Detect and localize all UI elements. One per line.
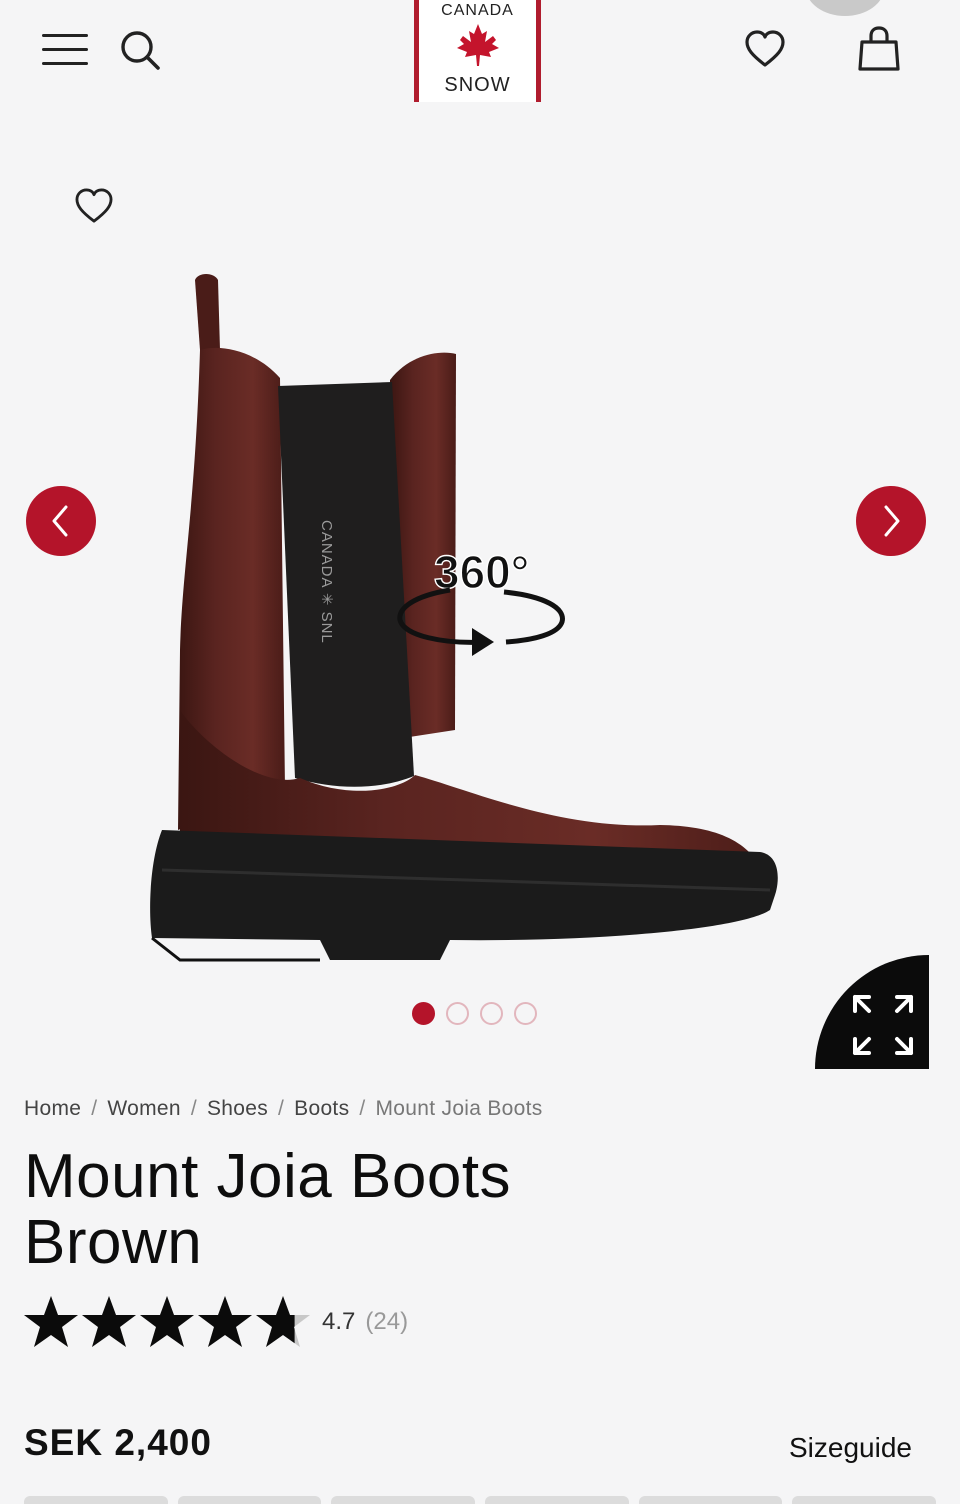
svg-text:CANADA ✳ SNL: CANADA ✳ SNL — [318, 520, 335, 644]
star-icon — [256, 1296, 310, 1347]
menu-icon[interactable] — [42, 32, 88, 68]
breadcrumb-current: Mount Joia Boots — [375, 1097, 543, 1120]
search-icon[interactable] — [118, 28, 162, 77]
logo-top-text: CANADA — [441, 2, 514, 19]
product-price: SEK 2,400 — [24, 1422, 212, 1463]
breadcrumb-boots[interactable]: Boots — [294, 1097, 349, 1121]
sizeguide-link[interactable]: Sizeguide — [789, 1432, 912, 1464]
breadcrumb-shoes[interactable]: Shoes — [207, 1097, 268, 1121]
chevron-left-icon — [52, 505, 68, 537]
size-option[interactable] — [24, 1496, 168, 1504]
size-option[interactable] — [638, 1496, 783, 1504]
star-icon — [82, 1296, 136, 1347]
size-options — [24, 1496, 937, 1504]
floating-button[interactable] — [806, 0, 884, 16]
site-header: CANADA SNOW — [0, 0, 960, 110]
logo-bottom-text: SNOW — [444, 74, 511, 96]
pagination-dot-3[interactable] — [480, 1002, 503, 1025]
fullscreen-button[interactable] — [815, 955, 929, 1069]
product-gallery[interactable]: CANADA ✳ SNL 360° — [0, 110, 960, 1070]
breadcrumb-separator: / — [190, 1097, 197, 1120]
brand-logo[interactable]: CANADA SNOW — [414, 0, 541, 102]
favorite-heart-icon[interactable] — [74, 188, 114, 229]
breadcrumb-women[interactable]: Women — [107, 1097, 180, 1121]
previous-image-button[interactable] — [26, 486, 96, 556]
wishlist-icon[interactable] — [744, 30, 786, 73]
breadcrumb-separator: / — [278, 1097, 285, 1120]
next-image-button[interactable] — [856, 486, 926, 556]
product-rating[interactable]: 4.7 (24) — [22, 1294, 408, 1350]
breadcrumb-separator: / — [91, 1097, 98, 1120]
shopping-bag-icon[interactable] — [858, 26, 900, 77]
product-title-line2: Brown — [24, 1208, 203, 1277]
product-title: Mount Joia Boots Brown — [24, 1144, 724, 1276]
view-360-badge[interactable]: 360° — [394, 540, 570, 661]
gallery-pagination — [412, 1002, 537, 1025]
star-icon — [198, 1296, 252, 1347]
product-title-line1: Mount Joia Boots — [24, 1142, 512, 1211]
size-option[interactable] — [177, 1496, 322, 1504]
star-rating — [22, 1294, 312, 1350]
pagination-dot-4[interactable] — [514, 1002, 537, 1025]
star-icon — [24, 1296, 78, 1347]
review-count[interactable]: (24) — [365, 1308, 408, 1336]
pagination-dot-2[interactable] — [446, 1002, 469, 1025]
size-option[interactable] — [331, 1496, 476, 1504]
breadcrumb-home[interactable]: Home — [24, 1097, 81, 1121]
maple-leaf-icon — [457, 24, 499, 66]
breadcrumb: Home / Women / Shoes / Boots / Mount Joi… — [24, 1097, 543, 1121]
size-option[interactable] — [792, 1496, 937, 1504]
expand-icon — [853, 995, 913, 1055]
star-icon — [140, 1296, 194, 1347]
breadcrumb-separator: / — [359, 1097, 366, 1120]
size-option[interactable] — [485, 1496, 629, 1504]
pagination-dot-1[interactable] — [412, 1002, 435, 1025]
rating-value: 4.7 — [322, 1308, 356, 1335]
chevron-right-icon — [884, 505, 900, 537]
